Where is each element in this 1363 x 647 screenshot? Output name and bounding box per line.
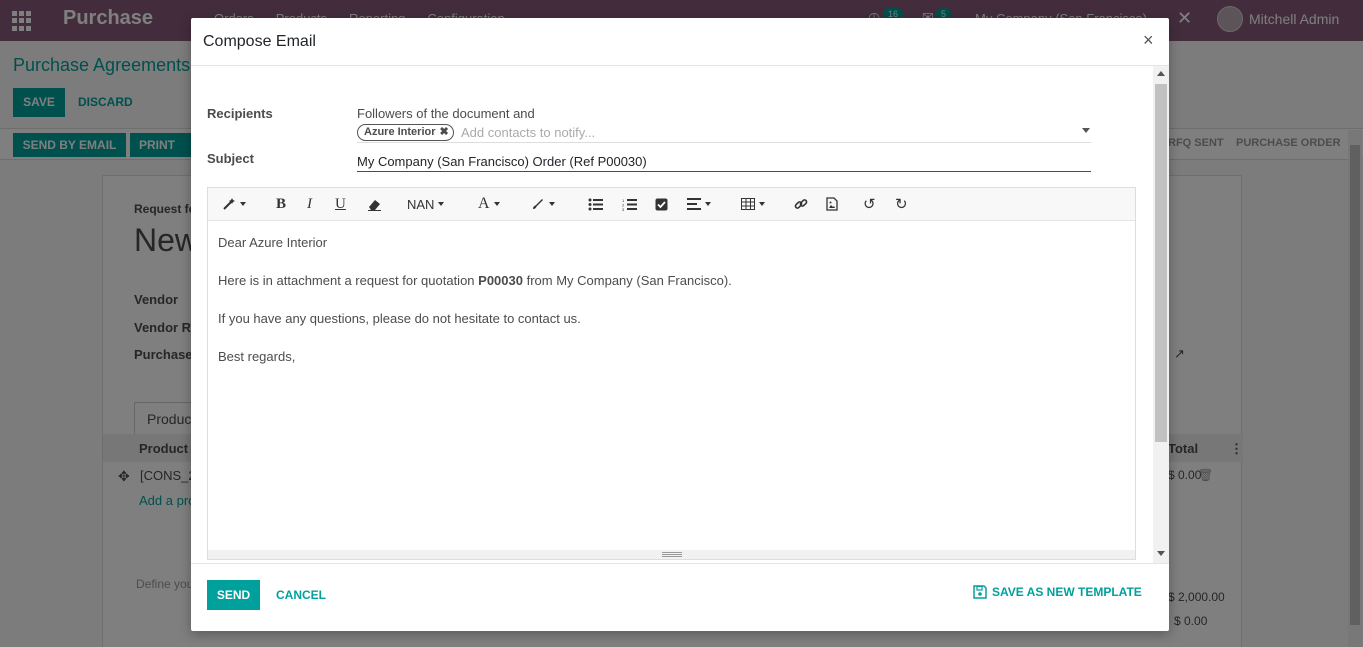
editor-resize-handle[interactable] [208, 550, 1135, 559]
body-line-1: Here is in attachment a request for quot… [218, 272, 1118, 290]
font-size-value: NAN [407, 196, 435, 212]
dialog-title: Compose Email [203, 33, 316, 50]
dialog-header: Compose Email × [191, 18, 1169, 66]
link-icon[interactable] [794, 194, 808, 214]
remove-tag-icon[interactable]: ✖ [440, 126, 449, 138]
recipient-tag[interactable]: Azure Interior ✖ [357, 124, 454, 141]
recipient-tag-label: Azure Interior [364, 126, 436, 138]
background-color-icon[interactable] [531, 194, 555, 214]
dialog-body: Recipients Followers of the document and… [191, 66, 1169, 563]
subject-input[interactable] [357, 151, 1091, 172]
font-size-dropdown[interactable]: NAN [407, 194, 445, 214]
recipients-field[interactable]: Azure Interior ✖ [357, 123, 1091, 143]
save-as-template-label: SAVE AS NEW TEMPLATE [992, 585, 1142, 599]
send-button[interactable]: SEND [207, 580, 260, 610]
resize-grip-icon[interactable] [662, 552, 682, 557]
floppy-disk-icon [973, 585, 987, 599]
bullet-list-icon[interactable] [588, 194, 603, 214]
chevron-down-icon[interactable] [1082, 128, 1090, 133]
table-icon[interactable] [741, 194, 765, 214]
align-icon[interactable] [687, 194, 711, 214]
email-body[interactable]: Dear Azure Interior Here is in attachmen… [218, 234, 1118, 386]
followers-text: Followers of the document and [357, 106, 535, 121]
recipients-input[interactable] [461, 123, 1061, 141]
subject-label: Subject [207, 151, 254, 166]
image-icon[interactable] [826, 194, 838, 214]
underline-icon[interactable]: U [335, 194, 346, 214]
body-line-1-prefix: Here is in attachment a request for quot… [218, 273, 479, 288]
body-line-2: If you have any questions, please do not… [218, 311, 581, 326]
compose-email-dialog: Compose Email × Recipients Followers of … [191, 18, 1169, 631]
undo-icon[interactable]: ↺ [863, 194, 876, 214]
text-color-icon[interactable]: A [478, 194, 500, 214]
scroll-up-icon[interactable] [1157, 71, 1165, 76]
editor-toolbar: B I U NAN A 123 ↺ ↻ [208, 188, 1135, 221]
body-line-1-ref: P00030 [478, 273, 523, 288]
close-icon[interactable]: × [1143, 30, 1154, 51]
html-editor: B I U NAN A 123 ↺ ↻ Dear Azure Interior … [207, 187, 1136, 560]
body-closing: Best regards, [218, 349, 296, 364]
numbered-list-icon[interactable]: 123 [622, 194, 637, 214]
body-line-1-suffix: from My Company (San Francisco). [522, 273, 732, 288]
eraser-icon[interactable] [367, 194, 382, 214]
cancel-button[interactable]: CANCEL [276, 588, 326, 602]
recipients-label: Recipients [207, 106, 273, 121]
redo-icon[interactable]: ↻ [895, 194, 908, 214]
save-as-template-button[interactable]: SAVE AS NEW TEMPLATE [973, 585, 1142, 599]
svg-text:3: 3 [622, 207, 625, 211]
italic-icon[interactable]: I [307, 194, 312, 214]
style-magic-wand-icon[interactable] [222, 194, 246, 214]
body-greeting: Dear Azure Interior [218, 235, 328, 250]
scroll-down-icon[interactable] [1157, 551, 1165, 556]
checklist-icon[interactable] [655, 194, 668, 214]
dialog-footer: SEND CANCEL SAVE AS NEW TEMPLATE [191, 563, 1169, 631]
dialog-scrollbar[interactable] [1153, 66, 1169, 563]
bold-icon[interactable]: B [276, 194, 286, 214]
dialog-scrollbar-thumb[interactable] [1155, 84, 1167, 442]
